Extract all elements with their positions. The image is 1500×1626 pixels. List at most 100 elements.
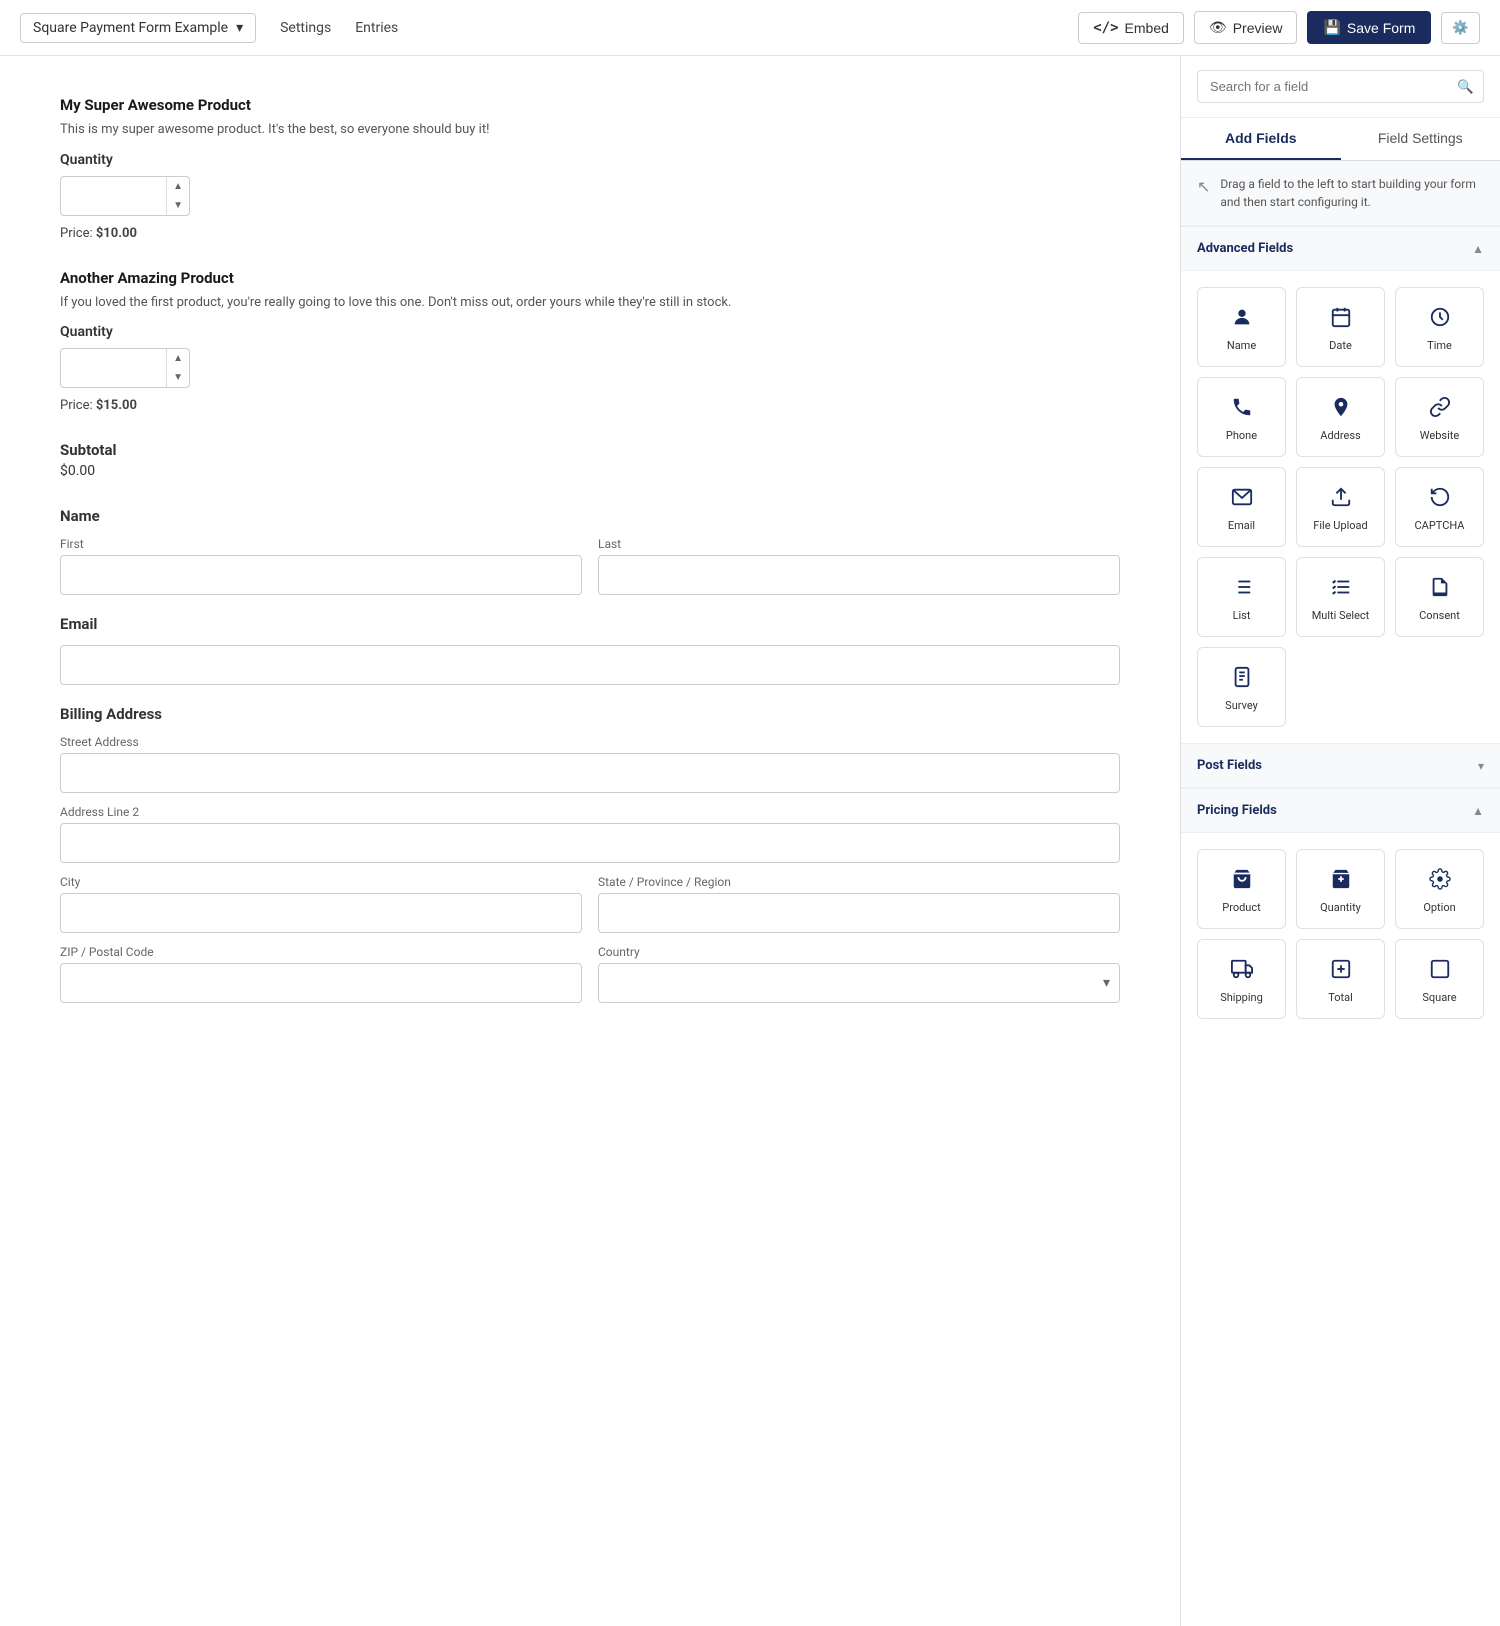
pricing-fields-grid: Product Quantity Option xyxy=(1181,833,1500,1035)
field-tile-consent[interactable]: Consent xyxy=(1395,557,1484,637)
country-col: Country ▾ xyxy=(598,945,1120,1003)
product-1-name: My Super Awesome Product xyxy=(60,96,1120,114)
product-2-spinners: ▲ ▼ xyxy=(166,349,189,387)
product-2-name: Another Amazing Product xyxy=(60,269,1120,287)
time-field-icon xyxy=(1429,306,1451,333)
field-tile-quantity[interactable]: Quantity xyxy=(1296,849,1385,929)
field-tile-option[interactable]: Option xyxy=(1395,849,1484,929)
address2-label: Address Line 2 xyxy=(60,805,1120,819)
search-icon-button[interactable]: 🔍 xyxy=(1457,79,1474,95)
nav-left: Square Payment Form Example ▾ Settings E… xyxy=(20,13,398,43)
phone-field-label: Phone xyxy=(1226,429,1257,442)
preview-button[interactable]: 👁 Preview xyxy=(1194,11,1298,44)
advanced-fields-grid: Name Date Time xyxy=(1181,271,1500,743)
form-selector[interactable]: Square Payment Form Example ▾ xyxy=(20,13,256,43)
option-field-label: Option xyxy=(1423,901,1455,914)
email-section-label: Email xyxy=(60,615,1120,633)
zip-input[interactable] xyxy=(60,963,582,1003)
square-field-icon xyxy=(1429,958,1451,985)
advanced-fields-header[interactable]: Advanced Fields ▲ xyxy=(1181,226,1500,271)
zip-country-row: ZIP / Postal Code Country ▾ xyxy=(60,945,1120,1003)
survey-field-icon xyxy=(1231,666,1253,693)
state-input[interactable] xyxy=(598,893,1120,933)
settings-link[interactable]: Settings xyxy=(280,16,331,40)
email-field-icon xyxy=(1231,486,1253,513)
field-tile-survey[interactable]: Survey xyxy=(1197,647,1286,727)
cursor-icon: ↖ xyxy=(1197,177,1210,196)
entries-link[interactable]: Entries xyxy=(355,16,398,40)
field-tile-multi-select[interactable]: Multi Select xyxy=(1296,557,1385,637)
date-field-label: Date xyxy=(1329,339,1352,352)
product-2-block: Another Amazing Product If you loved the… xyxy=(60,269,1120,414)
top-nav: Square Payment Form Example ▾ Settings E… xyxy=(0,0,1500,56)
field-tile-time[interactable]: Time xyxy=(1395,287,1484,367)
survey-field-label: Survey xyxy=(1225,699,1258,712)
product-field-label: Product xyxy=(1222,901,1260,914)
search-input[interactable] xyxy=(1197,70,1484,103)
product-1-block: My Super Awesome Product This is my supe… xyxy=(60,96,1120,241)
page-layout: My Super Awesome Product This is my supe… xyxy=(0,56,1500,1626)
field-tile-name[interactable]: Name xyxy=(1197,287,1286,367)
save-form-button[interactable]: 💾 Save Form xyxy=(1307,11,1431,44)
product-1-spin-up[interactable]: ▲ xyxy=(167,177,189,196)
product-2-qty-wrap: ▲ ▼ xyxy=(60,348,190,388)
multi-select-field-icon xyxy=(1330,576,1352,603)
first-name-input[interactable] xyxy=(60,555,582,595)
last-label: Last xyxy=(598,537,1120,551)
pricing-fields-header[interactable]: Pricing Fields ▲ xyxy=(1181,788,1500,833)
address-field-icon xyxy=(1330,396,1352,423)
email-input[interactable] xyxy=(60,645,1120,685)
field-tile-list[interactable]: List xyxy=(1197,557,1286,637)
country-select[interactable] xyxy=(598,963,1120,1003)
product-2-price-val: $15.00 xyxy=(96,398,137,413)
city-input[interactable] xyxy=(60,893,582,933)
field-tile-square[interactable]: Square xyxy=(1395,939,1484,1019)
field-tile-address[interactable]: Address xyxy=(1296,377,1385,457)
pricing-fields-chevron-icon: ▲ xyxy=(1472,804,1484,818)
product-1-spin-down[interactable]: ▼ xyxy=(167,196,189,215)
tab-field-settings[interactable]: Field Settings xyxy=(1341,118,1500,160)
zip-col: ZIP / Postal Code xyxy=(60,945,582,1003)
field-tile-total[interactable]: Total xyxy=(1296,939,1385,1019)
subtotal-title: Subtotal xyxy=(60,441,1120,459)
gear-button[interactable]: ⚙️ xyxy=(1441,12,1480,44)
post-fields-section: Post Fields ▾ xyxy=(1181,743,1500,788)
form-selector-chevron: ▾ xyxy=(236,20,243,36)
address2-input[interactable] xyxy=(60,823,1120,863)
list-field-icon xyxy=(1231,576,1253,603)
last-name-input[interactable] xyxy=(598,555,1120,595)
product-2-spin-down[interactable]: ▼ xyxy=(167,368,189,387)
street-input[interactable] xyxy=(60,753,1120,793)
embed-button[interactable]: </> Embed xyxy=(1078,12,1184,44)
tab-add-fields[interactable]: Add Fields xyxy=(1181,118,1341,160)
product-2-spin-up[interactable]: ▲ xyxy=(167,349,189,368)
field-tile-shipping[interactable]: Shipping xyxy=(1197,939,1286,1019)
name-field-icon xyxy=(1231,306,1253,333)
field-tile-phone[interactable]: Phone xyxy=(1197,377,1286,457)
product-2-qty-label: Quantity xyxy=(60,324,1120,340)
advanced-fields-title: Advanced Fields xyxy=(1197,241,1293,256)
panel-tabs: Add Fields Field Settings xyxy=(1181,118,1500,161)
preview-label: Preview xyxy=(1233,20,1283,36)
square-field-label: Square xyxy=(1422,991,1456,1004)
zip-label: ZIP / Postal Code xyxy=(60,945,582,959)
city-col: City xyxy=(60,875,582,933)
quantity-field-icon xyxy=(1330,868,1352,895)
advanced-fields-chevron-icon: ▲ xyxy=(1472,242,1484,256)
save-label: Save Form xyxy=(1347,20,1415,36)
field-tile-website[interactable]: Website xyxy=(1395,377,1484,457)
name-group: Name First Last xyxy=(60,507,1120,595)
option-field-icon xyxy=(1429,868,1451,895)
last-name-col: Last xyxy=(598,537,1120,595)
field-tile-file-upload[interactable]: File Upload xyxy=(1296,467,1385,547)
field-tile-email[interactable]: Email xyxy=(1197,467,1286,547)
post-fields-header[interactable]: Post Fields ▾ xyxy=(1181,743,1500,788)
state-col: State / Province / Region xyxy=(598,875,1120,933)
field-tile-captcha[interactable]: CAPTCHA xyxy=(1395,467,1484,547)
field-tile-product[interactable]: Product xyxy=(1197,849,1286,929)
multi-select-field-label: Multi Select xyxy=(1312,609,1370,622)
total-field-label: Total xyxy=(1328,991,1353,1004)
billing-group: Billing Address Street Address Address L… xyxy=(60,705,1120,1003)
field-tile-date[interactable]: Date xyxy=(1296,287,1385,367)
shipping-field-icon xyxy=(1231,958,1253,985)
